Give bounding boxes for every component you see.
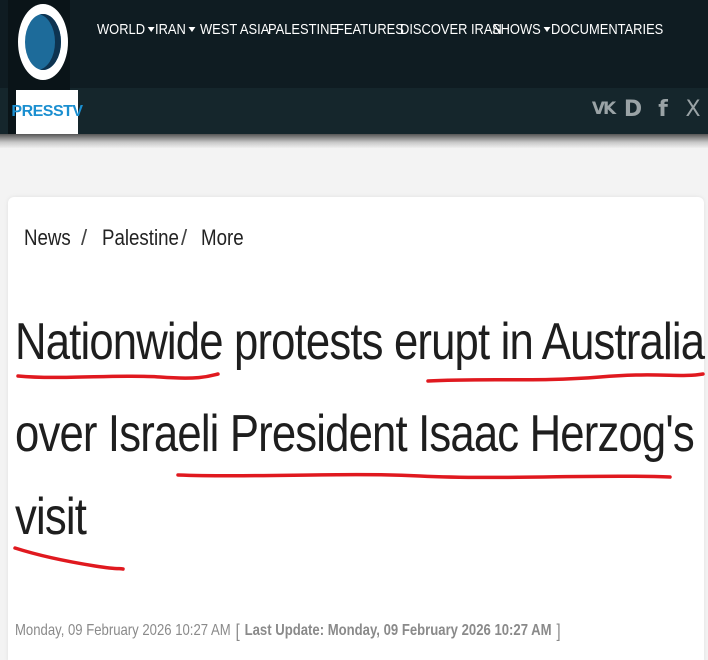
- headline-line: Nationwide protests erupt in Australia: [15, 313, 705, 371]
- nav-item-discover-iran[interactable]: DISCOVER IRAN: [400, 21, 502, 38]
- last-update-date: Last Update: Monday, 09 February 2026 10…: [244, 622, 552, 639]
- nav-item-west-asia[interactable]: WEST ASIA: [200, 21, 269, 38]
- facebook-icon[interactable]: f: [648, 97, 678, 122]
- breadcrumb-separator: /: [181, 225, 188, 250]
- nav-item-shows[interactable]: SHOWS: [492, 21, 551, 38]
- header-divider: [0, 134, 708, 148]
- rumble-icon[interactable]: D: [618, 97, 648, 122]
- breadcrumb-item-news[interactable]: News: [24, 225, 71, 251]
- logo-wordmark: PRESSTV: [11, 90, 83, 134]
- nav-item-features[interactable]: FEATURES: [336, 21, 404, 38]
- article-headline: Nationwide protests erupt in Australia o…: [15, 298, 705, 562]
- site-logo[interactable]: PRESSTV: [8, 0, 83, 134]
- main-nav: WORLD IRAN WEST ASIA PALESTINE FEATURES …: [97, 21, 663, 47]
- nav-item-documentaries[interactable]: DOCUMENTARIES: [551, 21, 663, 38]
- nav-item-world[interactable]: WORLD: [97, 21, 155, 38]
- chevron-down-icon: [188, 27, 196, 32]
- nav-item-palestine[interactable]: PALESTINE: [268, 21, 338, 38]
- nav-item-iran[interactable]: IRAN: [155, 21, 196, 38]
- article-meta: Monday, 09 February 2026 10:27 AM [ Last…: [15, 618, 680, 644]
- published-date: Monday, 09 February 2026 10:27 AM: [15, 622, 231, 639]
- breadcrumb-separator: /: [81, 225, 88, 250]
- breadcrumb-item-palestine[interactable]: Palestine: [102, 225, 179, 251]
- headline-line: visit: [15, 488, 87, 546]
- bracket-open: [: [235, 620, 240, 641]
- bracket-close: ]: [556, 620, 561, 641]
- chevron-down-icon: [543, 27, 551, 32]
- chevron-down-icon: [147, 27, 155, 32]
- social-links: VK D f X: [588, 95, 708, 123]
- logo-globe-icon: [18, 4, 68, 80]
- breadcrumb: News / Palestine / More: [24, 225, 261, 251]
- x-icon[interactable]: X: [678, 97, 708, 122]
- headline-line: over Israeli President Isaac Herzog's: [15, 405, 695, 463]
- breadcrumb-item-more[interactable]: More: [201, 225, 244, 251]
- vk-icon[interactable]: VK: [588, 99, 618, 119]
